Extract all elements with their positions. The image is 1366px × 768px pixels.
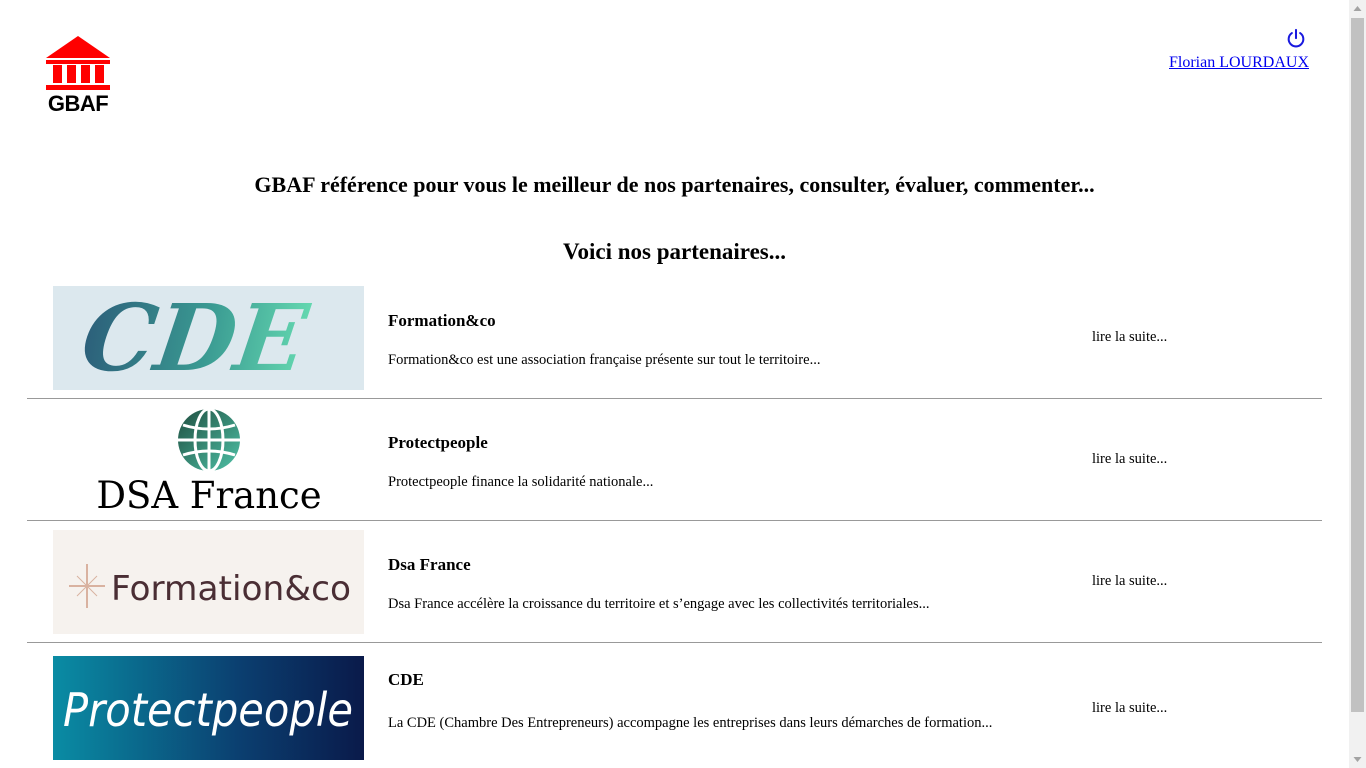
user-profile-link[interactable]: Florian LOURDAUX — [1169, 54, 1309, 72]
partner-logo: Protectpeople — [53, 656, 364, 760]
globe-icon — [178, 408, 240, 473]
partner-name: Formation&co — [388, 311, 496, 330]
partner-row: CDE Formation&co Formation&co est une as… — [27, 277, 1322, 399]
partner-description: La CDE (Chambre Des Entrepreneurs) accom… — [388, 715, 993, 731]
bank-icon — [46, 36, 110, 90]
user-menu: Florian LOURDAUX — [1169, 28, 1309, 72]
page-tagline: GBAF référence pour vous le meilleur de … — [254, 172, 1095, 197]
read-more-link[interactable]: lire la suite... — [1092, 451, 1167, 468]
partner-description: Formation&co est une association françai… — [388, 352, 821, 368]
partner-logo: Formation&co — [53, 530, 364, 634]
logo-image-text: Protectpeople — [63, 683, 353, 737]
scrollbar-thumb[interactable] — [1351, 18, 1364, 712]
vertical-scrollbar[interactable] — [1349, 0, 1366, 768]
partner-description: Dsa France accélère la croissance du ter… — [388, 596, 930, 612]
logo-image-text: CDE — [76, 286, 316, 390]
partner-list: CDE Formation&co Formation&co est une as… — [27, 277, 1322, 768]
partner-description: Protectpeople finance la solidarité nati… — [388, 474, 654, 490]
partners-heading: Voici nos partenaires... — [563, 239, 786, 264]
partner-name: Dsa France — [388, 555, 471, 574]
read-more-link[interactable]: lire la suite... — [1092, 329, 1167, 346]
partner-row: DSA France Protectpeople Protectpeople f… — [27, 399, 1322, 521]
partner-name: Protectpeople — [388, 433, 488, 452]
sparkle-icon — [69, 564, 105, 608]
logo-text: GBAF — [47, 91, 109, 116]
power-icon[interactable] — [1285, 28, 1307, 50]
partner-logo: DSA France — [53, 408, 364, 512]
gbaf-logo[interactable]: GBAF — [44, 34, 112, 116]
scroll-up-arrow-icon[interactable] — [1349, 0, 1366, 17]
partner-row: Formation&co Dsa France Dsa France accél… — [27, 521, 1322, 643]
scroll-down-arrow-icon[interactable] — [1349, 751, 1366, 768]
read-more-link[interactable]: lire la suite... — [1092, 700, 1167, 717]
logo-image-text: Formation&co — [111, 569, 351, 609]
partner-logo: CDE — [53, 286, 364, 390]
partner-row: Protectpeople CDE La CDE (Chambre Des En… — [27, 643, 1322, 768]
logo-image-text: DSA France — [96, 474, 321, 512]
partner-name: CDE — [388, 670, 424, 689]
page: GBAF Florian LOURDAUX GBAF référence pou… — [0, 0, 1349, 768]
read-more-link[interactable]: lire la suite... — [1092, 573, 1167, 590]
